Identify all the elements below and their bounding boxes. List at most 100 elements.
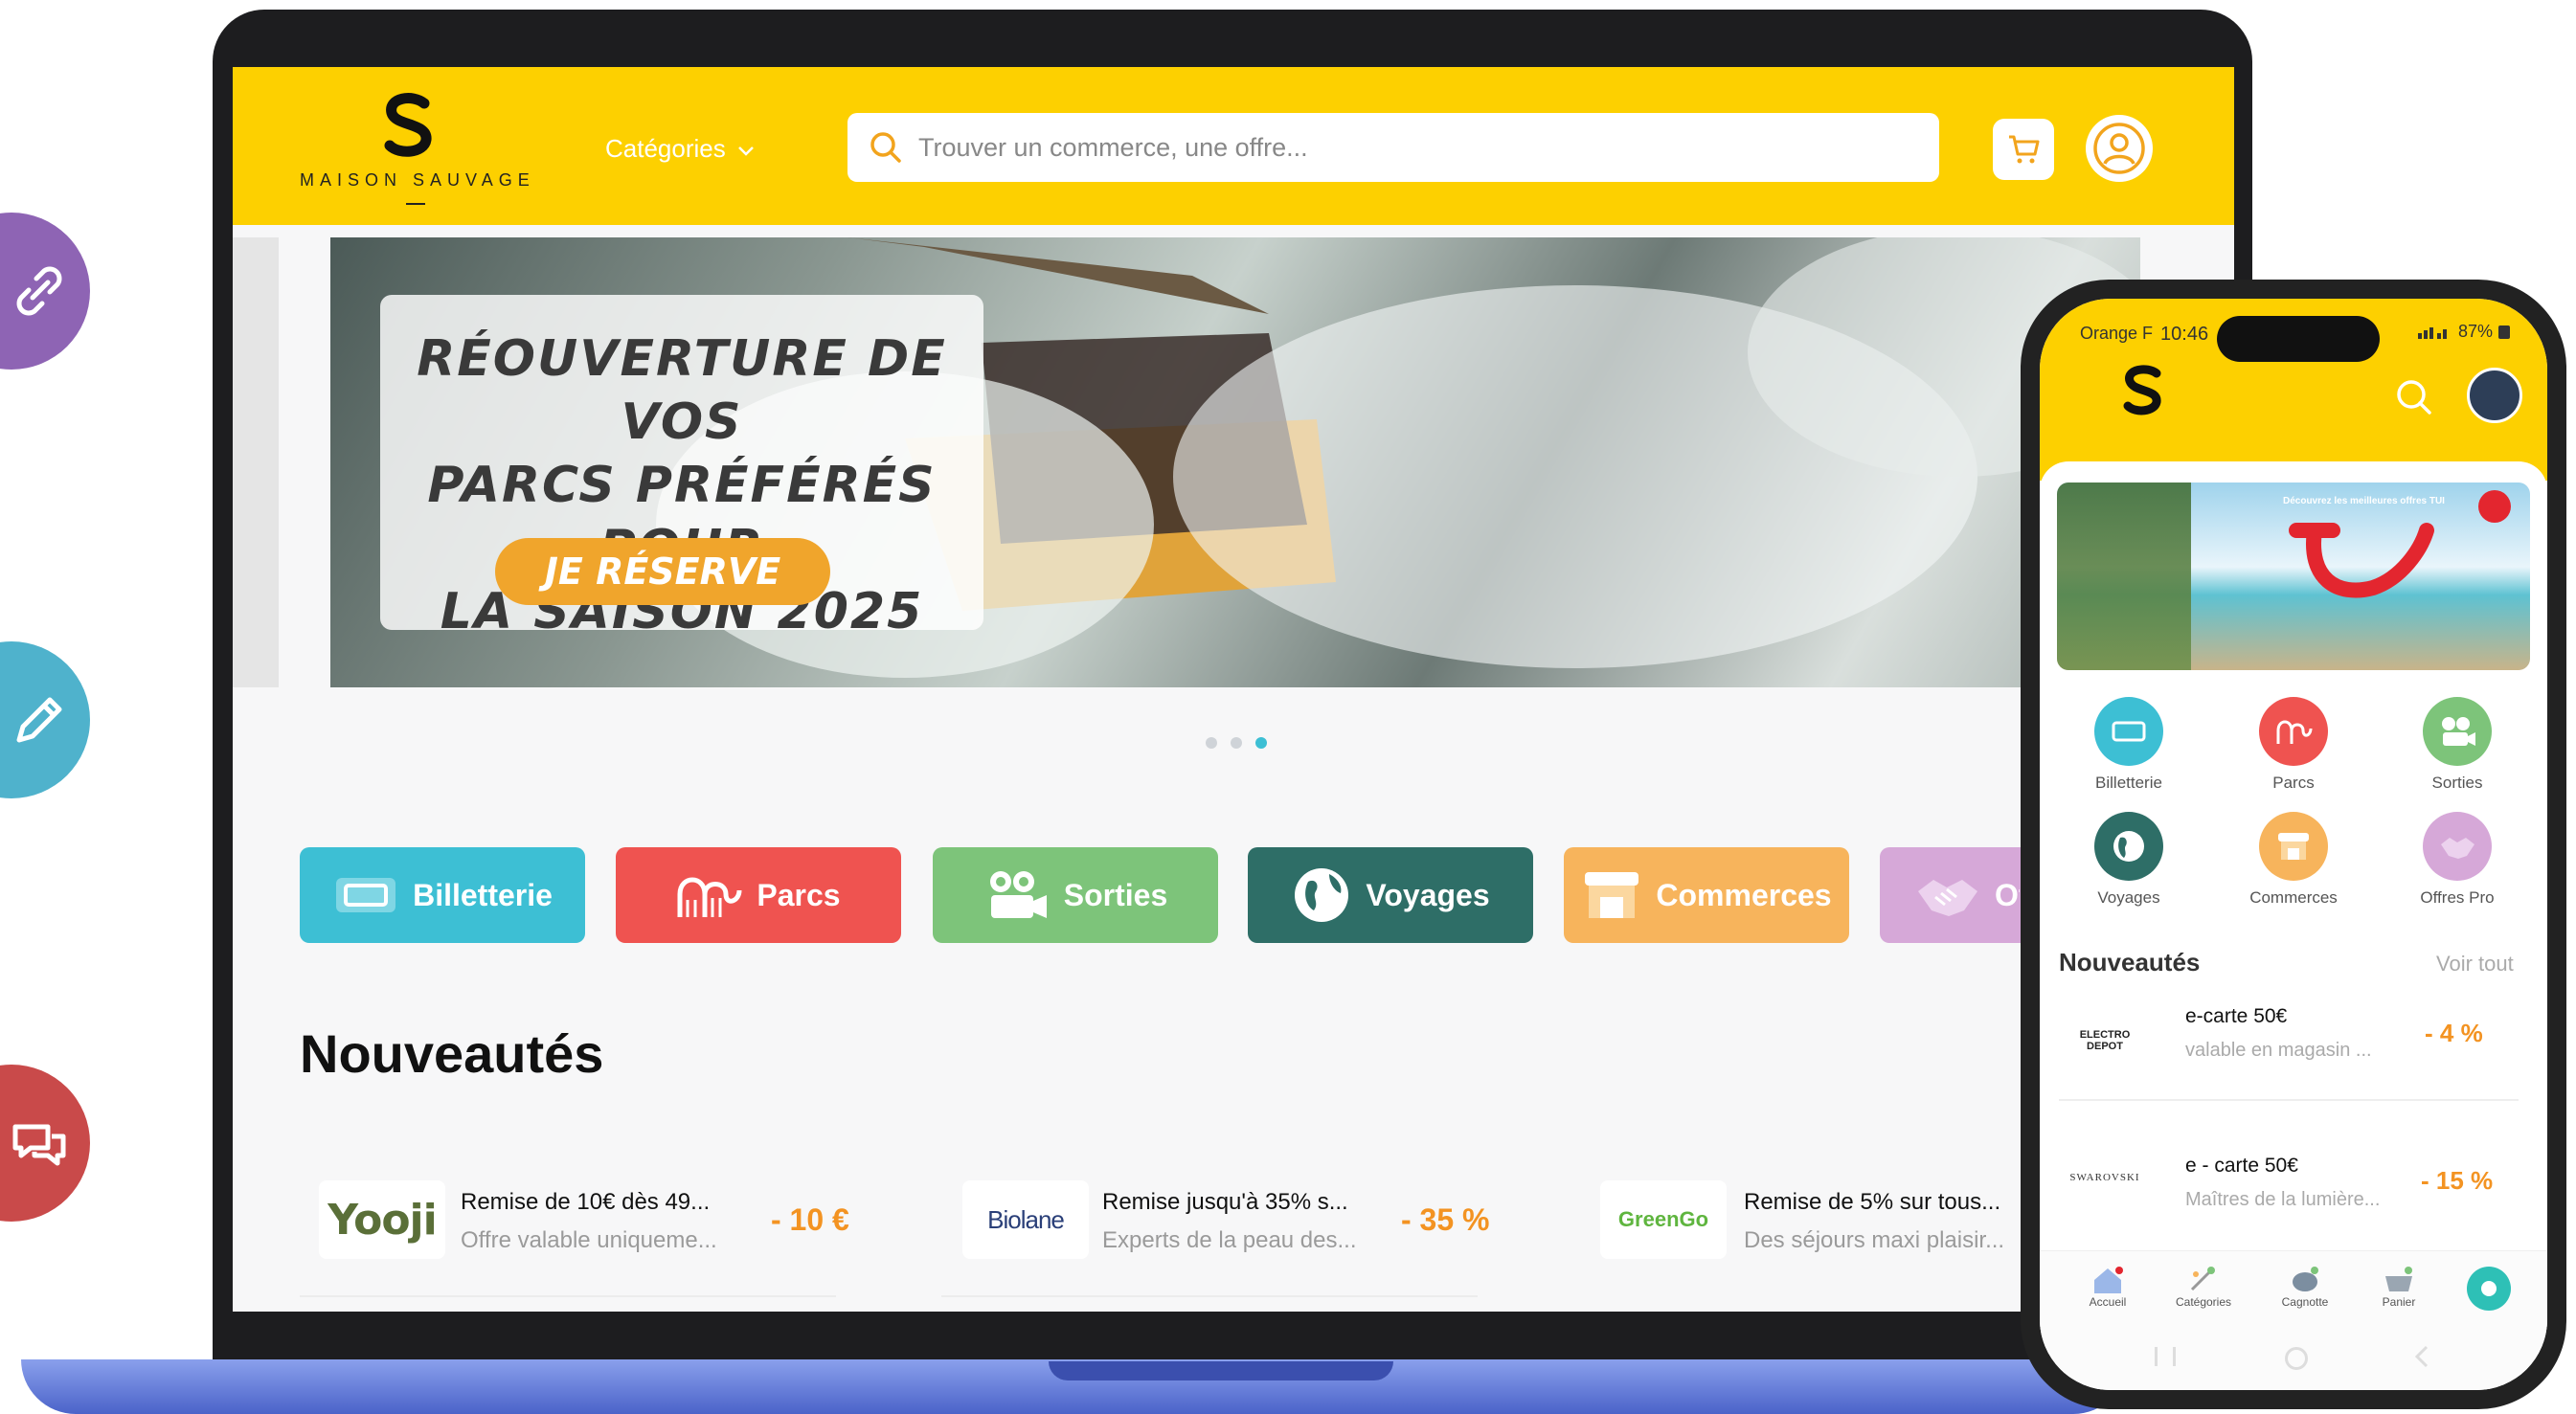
biolane-logo[interactable]: Biolane	[962, 1180, 1089, 1259]
categories-label: Catégories	[605, 134, 726, 163]
phone-header: Orange F 10:46 87%	[2040, 299, 2547, 481]
promo-badge	[2478, 490, 2511, 523]
account-button[interactable]	[2086, 115, 2153, 182]
hero-banner[interactable]: RÉOUVERTURE DE VOS PARCS PRÉFÉRÉS POUR L…	[330, 237, 2140, 687]
offer-discount: - 35 %	[1401, 1202, 1490, 1237]
phone-category-billetterie[interactable]: Billetterie	[2062, 697, 2196, 793]
category-parcs-button[interactable]: Parcs	[616, 847, 901, 943]
chat-bubble-button[interactable]	[2467, 1267, 2511, 1311]
divider	[941, 1295, 1478, 1297]
nav-piggy-bank[interactable]: Cagnotte	[2262, 1265, 2348, 1309]
tui-logo-icon	[2289, 523, 2434, 598]
cart-button[interactable]	[1993, 119, 2054, 180]
signal-icon	[2418, 325, 2452, 339]
brand-underline	[406, 203, 425, 205]
carrier-label: Orange F	[2080, 324, 2154, 343]
category-label: Voyages	[1366, 877, 1490, 912]
laptop-screen: MAISON SAUVAGE Catégories Trouver un com…	[233, 67, 2234, 1312]
avatar[interactable]	[2467, 368, 2522, 423]
greengo-logo[interactable]: GreenGo	[1600, 1180, 1727, 1259]
carousel-dot[interactable]	[1206, 737, 1217, 749]
dynamic-island	[2217, 316, 2380, 362]
android-recent-icon[interactable]	[2155, 1347, 2176, 1366]
link-icon[interactable]	[0, 213, 90, 370]
search-icon	[869, 130, 903, 165]
phone-promo-banner[interactable]: Découvrez les meilleures offres TUI	[2057, 483, 2530, 670]
nav-basket[interactable]: Panier	[2356, 1265, 2442, 1309]
camera-icon	[2423, 697, 2492, 766]
home-icon	[2065, 1265, 2151, 1295]
search-input[interactable]: Trouver un commerce, une offre...	[847, 113, 1939, 182]
phone-category-offres-pro[interactable]: Offres Pro	[2390, 812, 2524, 908]
search-placeholder: Trouver un commerce, une offre...	[918, 132, 1308, 162]
offer-title[interactable]: Remise de 5% sur tous...	[1744, 1189, 2000, 1216]
nav-categories[interactable]: Catégories	[2160, 1265, 2247, 1309]
handshake-icon	[2423, 812, 2492, 881]
category-label: Sorties	[1063, 877, 1168, 912]
offer-subtitle: Experts de la peau des...	[1102, 1227, 1357, 1253]
android-home-icon[interactable]	[2285, 1347, 2308, 1370]
yooji-logo[interactable]: Yooji	[319, 1180, 445, 1259]
see-all-link[interactable]: Voir tout	[2436, 952, 2514, 976]
category-label: Billetterie	[413, 877, 553, 912]
phone-offer-title[interactable]: e - carte 50€	[2185, 1155, 2298, 1178]
globe-icon	[2094, 812, 2163, 881]
category-billetterie-button[interactable]: Billetterie	[300, 847, 585, 943]
pencil-icon[interactable]	[0, 641, 90, 798]
roller-coaster-icon	[676, 871, 743, 919]
android-back-icon[interactable]	[2411, 1345, 2432, 1373]
reserve-button[interactable]: JE RÉSERVE	[495, 538, 830, 605]
phone-category-label: Sorties	[2431, 774, 2483, 792]
ticket-icon	[2094, 697, 2163, 766]
piggy-bank-icon	[2262, 1265, 2348, 1295]
nav-label: Catégories	[2175, 1295, 2232, 1309]
carousel-dot-active[interactable]	[1255, 737, 1267, 749]
banner-title-line: RÉOUVERTURE DE VOS	[417, 330, 947, 451]
offer-title[interactable]: Remise de 10€ dès 49...	[461, 1189, 710, 1216]
laptop-notch	[1049, 1361, 1393, 1380]
offer-brand: Yooji	[328, 1195, 437, 1245]
electro-depot-logo[interactable]: ELECTRO DEPOT	[2059, 1017, 2151, 1065]
promo-text: Découvrez les meilleures offres TUI	[2283, 496, 2445, 506]
offer-subtitle: Des séjours maxi plaisir...	[1744, 1227, 2005, 1253]
phone-category-label: Offres Pro	[2420, 888, 2495, 907]
categories-dropdown[interactable]: Catégories	[605, 134, 755, 164]
phone-category-label: Voyages	[2097, 888, 2160, 907]
offer-discount: - 10 €	[771, 1202, 849, 1237]
banner-card: RÉOUVERTURE DE VOS PARCS PRÉFÉRÉS POUR L…	[380, 295, 983, 640]
carousel-prev-slide[interactable]	[233, 237, 279, 687]
carousel-dot[interactable]	[1231, 737, 1242, 749]
store-icon	[1581, 868, 1642, 922]
phone-category-label: Billetterie	[2095, 774, 2162, 792]
phone-search-icon[interactable]	[2394, 377, 2434, 422]
news-section-title: Nouveautés	[300, 1023, 604, 1084]
nav-home[interactable]: Accueil	[2065, 1265, 2151, 1309]
chat-icon	[2481, 1281, 2497, 1296]
phone-category-voyages[interactable]: Voyages	[2062, 812, 2196, 908]
category-sorties-button[interactable]: Sorties	[933, 847, 1218, 943]
phone-category-label: Parcs	[2272, 774, 2315, 792]
swarovski-logo[interactable]: SWAROVSKI	[2059, 1158, 2151, 1197]
brand-name: MAISON SAUVAGE	[300, 170, 535, 190]
offer-title[interactable]: Remise jusqu'à 35% s...	[1102, 1189, 1348, 1216]
phone-logo-icon[interactable]	[2116, 364, 2170, 426]
nav-label: Cagnotte	[2281, 1295, 2329, 1309]
user-icon	[2092, 122, 2146, 175]
nav-label: Panier	[2382, 1295, 2416, 1309]
roller-coaster-icon	[2259, 697, 2328, 766]
site-header: MAISON SAUVAGE Catégories Trouver un com…	[233, 67, 2234, 225]
phone-category-label: Commerces	[2249, 888, 2338, 907]
brand-logo-icon[interactable]	[374, 90, 443, 159]
phone-offer-title[interactable]: e-carte 50€	[2185, 1005, 2287, 1028]
category-voyages-button[interactable]: Voyages	[1248, 847, 1533, 943]
phone-category-parcs[interactable]: Parcs	[2226, 697, 2361, 793]
handshake-icon	[1914, 868, 1981, 922]
divider	[300, 1295, 836, 1297]
store-icon	[2259, 812, 2328, 881]
phone-category-sorties[interactable]: Sorties	[2390, 697, 2524, 793]
phone-bottom-nav: Accueil Catégories Cagnotte Panier	[2040, 1250, 2547, 1390]
category-label: Commerces	[1656, 877, 1832, 912]
chat-icon[interactable]	[0, 1065, 90, 1222]
category-commerces-button[interactable]: Commerces	[1564, 847, 1849, 943]
phone-category-commerces[interactable]: Commerces	[2226, 812, 2361, 908]
